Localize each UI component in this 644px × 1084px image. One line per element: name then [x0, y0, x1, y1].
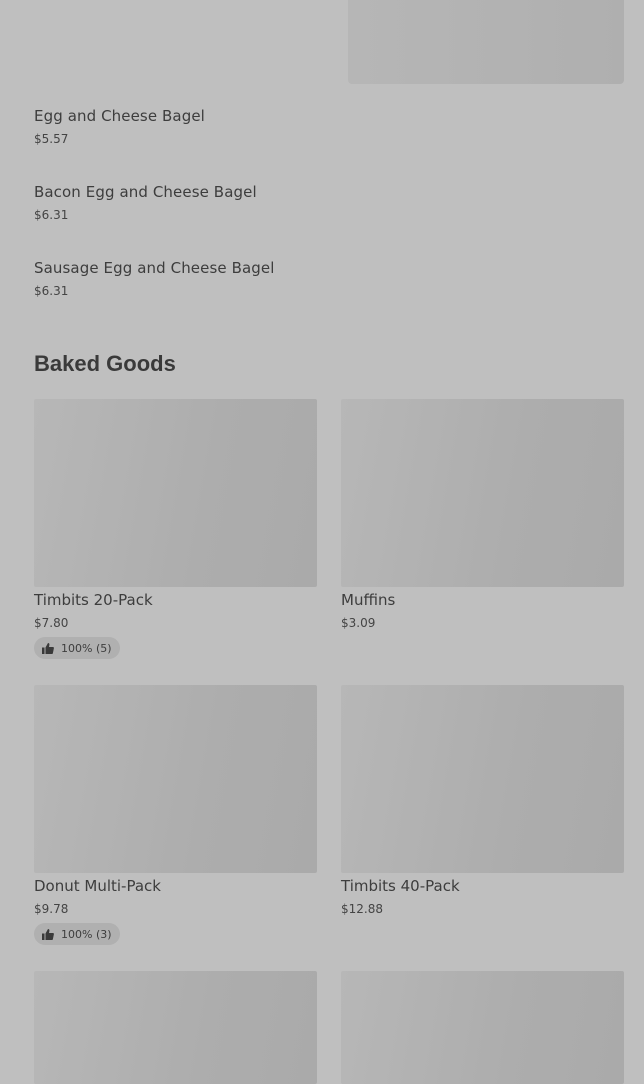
- product-image[interactable]: [34, 685, 317, 873]
- product-image[interactable]: [341, 685, 624, 873]
- product-name: Timbits 40-Pack: [341, 877, 460, 895]
- product-price: $12.88: [341, 902, 383, 916]
- rating-text: 100% (3): [61, 927, 112, 941]
- product-name: Donut Multi-Pack: [34, 877, 161, 895]
- product-image[interactable]: [341, 971, 624, 1084]
- item-price: $5.57: [34, 132, 69, 146]
- item-name: Bacon Egg and Cheese Bagel: [34, 183, 257, 201]
- menu-item-egg-cheese-bagel[interactable]: Egg and Cheese Bagel $5.57: [34, 107, 205, 146]
- product-name: Timbits 20-Pack: [34, 591, 153, 609]
- menu-item-bacon-egg-cheese-bagel[interactable]: Bacon Egg and Cheese Bagel $6.31: [34, 183, 257, 222]
- thumbs-up-icon: [42, 928, 54, 940]
- product-image[interactable]: [341, 399, 624, 587]
- menu-item-sausage-egg-cheese-bagel[interactable]: Sausage Egg and Cheese Bagel $6.31: [34, 259, 274, 298]
- rating-badge: 100% (3): [34, 923, 120, 945]
- rating-text: 100% (5): [61, 641, 112, 655]
- item-name: Egg and Cheese Bagel: [34, 107, 205, 125]
- rating-badge: 100% (5): [34, 637, 120, 659]
- product-name: Muffins: [341, 591, 396, 609]
- product-image[interactable]: [34, 971, 317, 1084]
- product-price: $9.78: [34, 902, 69, 916]
- item-price: $6.31: [34, 284, 69, 298]
- product-image[interactable]: [34, 399, 317, 587]
- item-name: Sausage Egg and Cheese Bagel: [34, 259, 275, 277]
- product-price: $3.09: [341, 616, 376, 630]
- product-price: $7.80: [34, 616, 69, 630]
- item-price: $6.31: [34, 208, 69, 222]
- section-title: Baked Goods: [34, 351, 176, 376]
- menu-item-image[interactable]: [348, 0, 624, 84]
- thumbs-up-icon: [42, 642, 54, 654]
